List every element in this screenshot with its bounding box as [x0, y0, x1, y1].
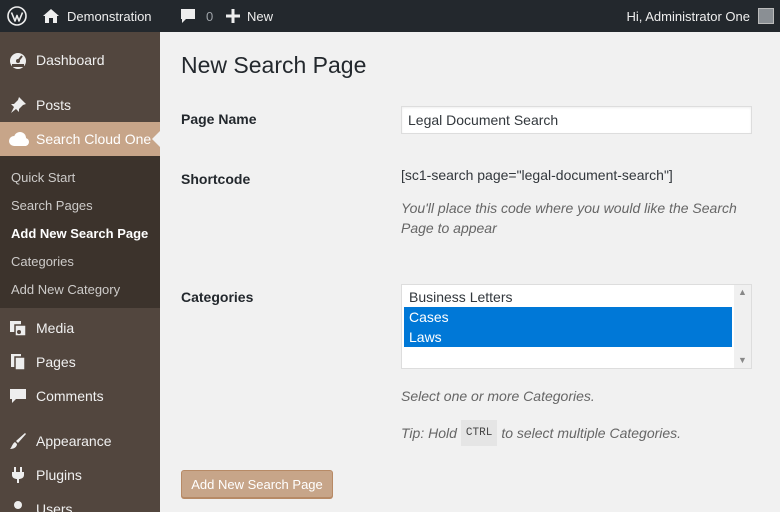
category-option-laws[interactable]: Laws [404, 327, 732, 347]
scroll-up-arrow-icon[interactable]: ▲ [738, 287, 747, 297]
sidebar-item-label: Appearance [36, 433, 112, 449]
brush-icon [0, 432, 36, 450]
page-title: New Search Page [181, 52, 367, 78]
current-menu-arrow [152, 131, 160, 147]
submenu-item-quick-start[interactable]: Quick Start [11, 170, 75, 185]
sidebar-item-plugins[interactable]: Plugins [0, 458, 160, 492]
sidebar-item-appearance[interactable]: Appearance [0, 424, 160, 458]
comments-count: 0 [206, 8, 214, 24]
account-greeting: Hi, Administrator One [626, 8, 750, 24]
sidebar-item-dashboard[interactable]: Dashboard [0, 43, 160, 77]
category-option-business-letters[interactable]: Business Letters [404, 287, 732, 307]
submenu-item-add-new-search-page[interactable]: Add New Search Page [11, 226, 148, 241]
media-icon [0, 319, 36, 337]
sidebar-item-posts[interactable]: Posts [0, 88, 160, 122]
main-content: New Search Page Page Name Shortcode [sc1… [160, 32, 780, 512]
sidebar-item-label: Media [36, 320, 75, 336]
sidebar-item-users[interactable]: Users [0, 492, 160, 512]
categories-help-text: Select one or more Categories. [401, 388, 595, 404]
sidebar-item-label: Users [36, 501, 73, 512]
avatar [758, 8, 774, 24]
shortcode-label: Shortcode [181, 171, 251, 187]
new-label: New [247, 8, 274, 24]
shortcode-description-line-1: You'll place this code where you would l… [401, 200, 737, 216]
page-name-label: Page Name [181, 111, 257, 127]
categories-tip: Tip: Hold CTRL to select multiple Catego… [401, 420, 681, 446]
categories-select[interactable]: Business Letters Cases Laws ▲ ▼ [401, 284, 752, 369]
tip-prefix: Tip: Hold [401, 425, 457, 441]
users-icon [0, 500, 36, 512]
sidebar-item-search-cloud-one[interactable]: Search Cloud One [0, 122, 160, 156]
tip-suffix: to select multiple Categories. [501, 425, 682, 441]
categories-label: Categories [181, 289, 254, 305]
sidebar-item-label: Comments [36, 388, 104, 404]
dashboard-icon [0, 51, 36, 69]
comments-menu[interactable]: 0 [170, 0, 213, 32]
plugin-icon [0, 466, 36, 484]
admin-sidebar: Dashboard Posts Search Cloud One Quick S… [0, 32, 160, 512]
wordpress-logo-icon[interactable] [0, 0, 34, 32]
home-icon [42, 8, 60, 24]
page-name-input[interactable] [401, 106, 752, 134]
plus-icon [226, 9, 240, 23]
pin-icon [0, 96, 36, 114]
sidebar-item-label: Search Cloud One [36, 131, 152, 147]
sidebar-item-media[interactable]: Media [0, 311, 160, 345]
site-name: Demonstration [67, 8, 152, 24]
add-new-search-page-button[interactable]: Add New Search Page [181, 470, 333, 498]
admin-bar: Demonstration 0 New Hi, Administrator On… [0, 0, 780, 32]
category-option-cases[interactable]: Cases [404, 307, 732, 327]
pages-icon [0, 353, 36, 371]
submenu-item-categories[interactable]: Categories [11, 254, 74, 269]
listbox-scrollbar[interactable]: ▲ ▼ [734, 285, 751, 368]
submenu-item-search-pages[interactable]: Search Pages [11, 198, 93, 213]
submenu-item-add-new-category[interactable]: Add New Category [11, 282, 120, 297]
cloud-icon [0, 131, 36, 147]
sidebar-item-label: Posts [36, 97, 72, 113]
comment-bubble-icon [180, 8, 196, 24]
scroll-down-arrow-icon[interactable]: ▼ [738, 355, 747, 365]
sidebar-item-pages[interactable]: Pages [0, 345, 160, 379]
sidebar-item-label: Plugins [36, 467, 82, 483]
sidebar-item-label: Pages [36, 354, 76, 370]
my-account-menu[interactable]: Hi, Administrator One [626, 0, 780, 32]
comment-icon [0, 387, 36, 405]
sidebar-item-label: Dashboard [36, 52, 105, 68]
site-menu[interactable]: Demonstration [42, 0, 152, 32]
sidebar-item-comments[interactable]: Comments [0, 379, 160, 413]
shortcode-description-line-2: Page to appear [401, 220, 497, 236]
submenu-search-cloud-one: Quick Start Search Pages Add New Search … [0, 156, 160, 308]
new-content-menu[interactable]: New [219, 0, 273, 32]
ctrl-key: CTRL [460, 420, 498, 446]
shortcode-value: [sc1-search page="legal-document-search"… [401, 167, 673, 183]
